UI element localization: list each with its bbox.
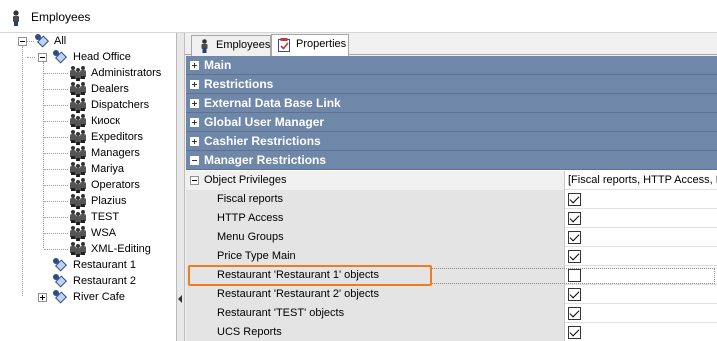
- section-restrictions[interactable]: Restrictions: [186, 75, 717, 94]
- employee-icon: [201, 39, 208, 53]
- tree-item-restaurant-2[interactable]: Restaurant 2: [0, 273, 177, 289]
- section-main[interactable]: Main: [186, 56, 717, 75]
- users-icon: [70, 194, 87, 209]
- tree-item-group[interactable]: XML-Editing: [0, 241, 177, 257]
- tree-item-group[interactable]: Dealers: [0, 81, 177, 97]
- window-title: Employees: [31, 10, 91, 24]
- privilege-row[interactable]: Menu Groups: [186, 228, 717, 247]
- properties-icon: [278, 38, 290, 52]
- privilege-checkbox[interactable]: [568, 231, 581, 244]
- collapse-icon[interactable]: [190, 176, 199, 185]
- privilege-row[interactable]: Restaurant 'Restaurant 2' objects: [186, 285, 717, 304]
- privilege-row[interactable]: Restaurant 'TEST' objects: [186, 304, 717, 323]
- users-icon: [70, 66, 87, 81]
- tree-item-group[interactable]: Mariya: [0, 161, 177, 177]
- property-name: Object Privileges: [200, 171, 565, 190]
- property-value[interactable]: [Fiscal reports, HTTP Access, Menu Group…: [566, 171, 717, 190]
- privilege-name: Restaurant 'TEST' objects: [200, 304, 565, 323]
- tree-item-group[interactable]: WSA: [0, 225, 177, 241]
- property-row-object-privileges[interactable]: Object Privileges [Fiscal reports, HTTP …: [186, 171, 717, 190]
- privilege-name: HTTP Access: [200, 209, 565, 228]
- privilege-row[interactable]: Fiscal reports: [186, 190, 717, 209]
- tree-item-river-cafe[interactable]: River Cafe: [0, 289, 177, 305]
- restaurant-icon: [53, 274, 68, 288]
- group-icon: [35, 34, 50, 48]
- privilege-name: Price Type Main: [200, 247, 565, 266]
- privilege-row[interactable]: Price Type Main: [186, 247, 717, 266]
- users-icon: [70, 130, 87, 145]
- expand-toggle[interactable]: [38, 293, 47, 302]
- users-icon: [70, 114, 87, 129]
- tab-strip: Employees Properties: [185, 33, 717, 56]
- tree-item-group[interactable]: Dispatchers: [0, 97, 177, 113]
- privilege-checkbox[interactable]: [568, 288, 581, 301]
- tree-item-restaurant-1[interactable]: Restaurant 1: [0, 257, 177, 273]
- privilege-checkbox[interactable]: [568, 307, 581, 320]
- group-icon: [53, 50, 68, 64]
- tree-item-group[interactable]: Managers: [0, 145, 177, 161]
- expand-icon[interactable]: [190, 61, 199, 70]
- tab-properties[interactable]: Properties: [271, 34, 349, 56]
- expand-icon[interactable]: [190, 99, 199, 108]
- collapse-toggle[interactable]: [38, 53, 47, 62]
- splitter-scrollbar[interactable]: [177, 33, 185, 341]
- privilege-name: UCS Reports: [200, 323, 565, 341]
- privilege-name: Menu Groups: [200, 228, 565, 247]
- expand-icon[interactable]: [190, 118, 199, 127]
- tree-item-group[interactable]: Expeditors: [0, 129, 177, 145]
- privilege-checkbox[interactable]: [568, 212, 581, 225]
- privilege-name: Restaurant 'Restaurant 2' objects: [200, 285, 565, 304]
- employee-icon: [13, 10, 19, 26]
- chevron-left-icon[interactable]: [178, 295, 182, 303]
- privilege-row[interactable]: HTTP Access: [186, 209, 717, 228]
- tree-item-group[interactable]: Plazius: [0, 193, 177, 209]
- expand-icon[interactable]: [190, 137, 199, 146]
- privilege-name: Fiscal reports: [200, 190, 565, 209]
- tree-item-group[interactable]: Administrators: [0, 65, 177, 81]
- users-icon: [70, 226, 87, 241]
- restaurant-icon: [53, 290, 68, 304]
- selected-row-focus: [432, 268, 715, 284]
- collapse-icon[interactable]: [190, 156, 199, 165]
- privilege-checkbox[interactable]: [568, 193, 581, 206]
- users-icon: [70, 210, 87, 225]
- tree-item-head-office[interactable]: Head Office: [0, 49, 177, 65]
- users-icon: [70, 98, 87, 113]
- tree-item-group[interactable]: Operators: [0, 177, 177, 193]
- property-grid[interactable]: Main Restrictions External Data Base Lin…: [186, 56, 717, 341]
- privilege-checkbox[interactable]: [568, 250, 581, 263]
- privilege-row[interactable]: UCS Reports: [186, 323, 717, 341]
- users-icon: [70, 162, 87, 177]
- window-titlebar: Employees: [0, 0, 717, 33]
- collapse-toggle[interactable]: [18, 37, 27, 46]
- tree-item-group[interactable]: Киоск: [0, 113, 177, 129]
- section-cashier-restrictions[interactable]: Cashier Restrictions: [186, 132, 717, 151]
- tab-employees[interactable]: Employees: [191, 35, 271, 56]
- employee-tree[interactable]: All Head Office Administrators Dealers Dis…: [0, 33, 177, 341]
- restaurant-icon: [53, 258, 68, 272]
- users-icon: [70, 82, 87, 97]
- section-manager-restrictions[interactable]: Manager Restrictions: [186, 151, 717, 170]
- privilege-checkbox[interactable]: [568, 326, 581, 339]
- users-icon: [70, 146, 87, 161]
- section-external-db-link[interactable]: External Data Base Link: [186, 94, 717, 113]
- tree-item-all[interactable]: All: [0, 33, 177, 49]
- users-icon: [70, 242, 87, 257]
- expand-icon[interactable]: [190, 80, 199, 89]
- tree-item-group[interactable]: TEST: [0, 209, 177, 225]
- section-global-user-manager[interactable]: Global User Manager: [186, 113, 717, 132]
- users-icon: [70, 178, 87, 193]
